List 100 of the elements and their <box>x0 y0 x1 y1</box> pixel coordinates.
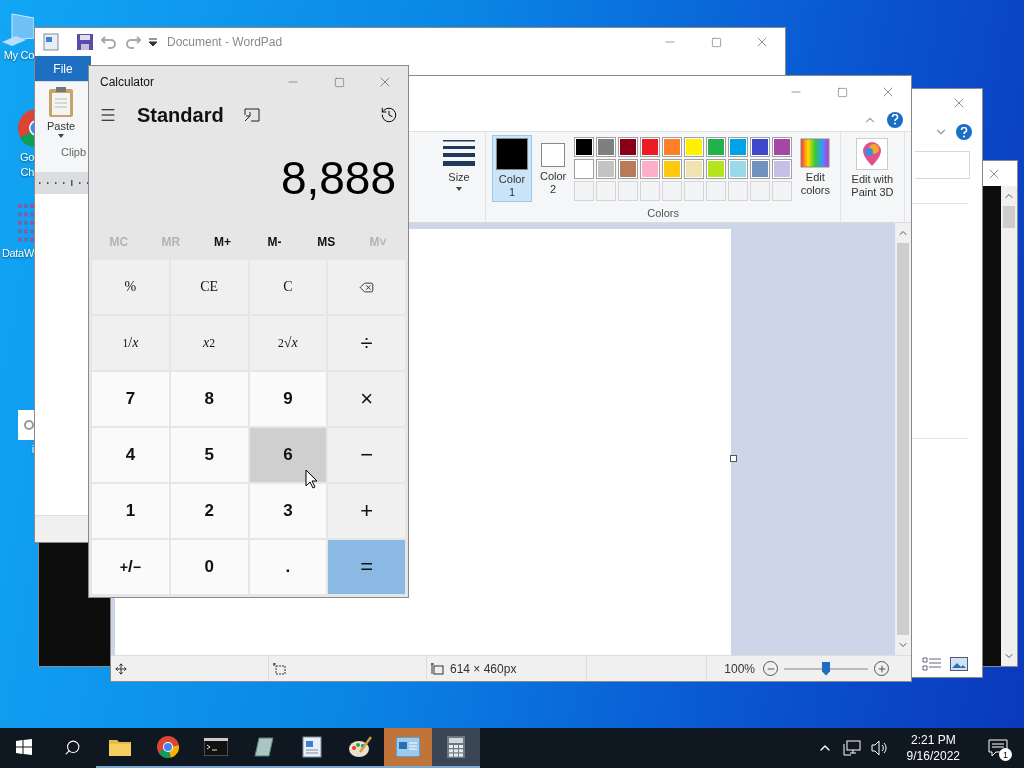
digit-key[interactable]: 7 <box>92 372 169 426</box>
computer-icon <box>0 12 34 46</box>
clock-date[interactable]: 9/16/2022 <box>906 748 960 764</box>
scrollbar[interactable] <box>1001 186 1017 666</box>
zoom-level: 100% <box>724 661 755 676</box>
color-swatch[interactable] <box>706 159 727 179</box>
scrollbar[interactable] <box>895 223 911 655</box>
digit-key[interactable]: 2 <box>170 484 248 538</box>
notifications-icon[interactable] <box>988 739 1008 757</box>
digit-key[interactable]: 3 <box>249 484 327 538</box>
start-icon[interactable] <box>16 739 32 755</box>
help-icon[interactable] <box>956 124 972 140</box>
color-swatch[interactable] <box>574 159 595 179</box>
color-slot[interactable]: Color 2 <box>536 135 571 199</box>
search-icon[interactable] <box>63 738 81 756</box>
function-key[interactable]: C <box>249 260 327 314</box>
digit-key[interactable]: 6 <box>249 428 327 482</box>
color-slot[interactable]: Color 1 <box>492 135 532 202</box>
operator-key[interactable]: × <box>328 372 405 426</box>
image-dimensions: 614 × 460px <box>450 661 517 676</box>
volume-icon[interactable] <box>870 740 889 756</box>
help-icon[interactable] <box>887 111 903 128</box>
plus-icon <box>876 663 887 674</box>
calculator-icon <box>447 736 465 758</box>
digit-key[interactable]: 4 <box>92 428 169 482</box>
color-swatch[interactable] <box>772 159 793 179</box>
save-icon[interactable] <box>77 34 93 50</box>
taskbar-button[interactable] <box>432 728 480 768</box>
color-swatch[interactable] <box>618 159 639 179</box>
scrollbar-thumb[interactable] <box>1003 206 1015 228</box>
dropdown-icon[interactable] <box>149 38 157 46</box>
window-title: Calculator <box>100 75 155 89</box>
color-swatch[interactable] <box>574 137 595 157</box>
maximize-icon[interactable] <box>710 36 722 48</box>
paste-button[interactable]: Paste <box>45 82 78 138</box>
clock-time[interactable]: 2:21 PM <box>910 732 956 748</box>
operator-key[interactable]: + <box>328 484 405 538</box>
digit-key[interactable]: 0 <box>170 540 248 594</box>
image-view-icon[interactable] <box>950 657 968 671</box>
digit-key[interactable]: . <box>249 540 327 594</box>
resize-handle[interactable] <box>730 455 737 462</box>
color-swatch[interactable] <box>640 159 661 179</box>
color-swatch[interactable] <box>684 137 705 157</box>
calculator-mode: Standard <box>137 103 224 127</box>
dots-icon <box>18 204 34 244</box>
color-swatch[interactable] <box>706 137 727 157</box>
caret-icon <box>58 134 65 138</box>
redo-icon[interactable] <box>125 35 141 49</box>
color-swatch[interactable] <box>662 137 683 157</box>
memory-button[interactable]: M- <box>248 224 301 260</box>
memory-button[interactable]: MS <box>300 224 353 260</box>
calculator-display: 8,888 <box>279 151 397 206</box>
keep-on-top-icon[interactable] <box>243 108 260 122</box>
maximize-icon[interactable] <box>836 86 848 98</box>
details-view-icon[interactable] <box>922 657 942 671</box>
document-icon <box>302 736 322 758</box>
backspace-icon <box>359 279 375 295</box>
equals-key[interactable]: = <box>328 540 405 594</box>
function-key[interactable]: % <box>92 260 169 314</box>
color-swatch[interactable] <box>596 137 617 157</box>
color-swatch[interactable] <box>640 137 661 157</box>
browser-icon <box>157 736 179 758</box>
color-swatch[interactable] <box>618 137 639 157</box>
history-icon[interactable] <box>380 106 398 124</box>
color-swatch[interactable] <box>596 159 617 179</box>
operator-key[interactable]: ÷ <box>328 316 405 370</box>
digit-key[interactable]: 1 <box>92 484 169 538</box>
scrollbar-thumb[interactable] <box>897 243 909 635</box>
digit-key[interactable]: 8 <box>170 372 248 426</box>
desktop-icon-label: DataW <box>1 246 34 261</box>
folder-icon <box>109 738 131 756</box>
color-swatch[interactable] <box>728 137 749 157</box>
mouse-pointer-icon <box>305 469 318 489</box>
paint-3d-button[interactable]: Edit with Paint 3D <box>847 135 898 202</box>
paint-drop-icon <box>856 138 889 170</box>
color-swatch[interactable] <box>728 159 749 179</box>
network-icon[interactable] <box>842 740 861 756</box>
ruler-drawing <box>39 180 89 186</box>
size-button[interactable]: Size <box>439 135 479 194</box>
undo-icon[interactable] <box>101 35 117 49</box>
edit-colors-button[interactable]: Edit colors <box>796 135 835 200</box>
menu-icon[interactable] <box>99 106 117 124</box>
color-swatch[interactable] <box>750 159 771 179</box>
color-swatch[interactable] <box>662 159 683 179</box>
selection-icon <box>273 662 286 675</box>
digit-key[interactable]: 5 <box>170 428 248 482</box>
memory-button[interactable]: M+ <box>196 224 249 260</box>
clipboard-icon <box>48 86 75 118</box>
file-tab[interactable]: File <box>35 56 91 81</box>
document-icon[interactable] <box>43 33 59 51</box>
color-spectrum-icon <box>800 138 831 168</box>
input-field[interactable] <box>915 151 970 179</box>
color-swatch[interactable] <box>750 137 771 157</box>
line-width-icon <box>443 138 475 168</box>
color-swatch[interactable] <box>772 137 793 157</box>
color-swatch[interactable] <box>684 159 705 179</box>
maximize-icon[interactable] <box>333 76 345 88</box>
operator-key[interactable]: − <box>328 428 405 482</box>
digit-key[interactable]: 9 <box>249 372 327 426</box>
function-key[interactable]: CE <box>170 260 248 314</box>
